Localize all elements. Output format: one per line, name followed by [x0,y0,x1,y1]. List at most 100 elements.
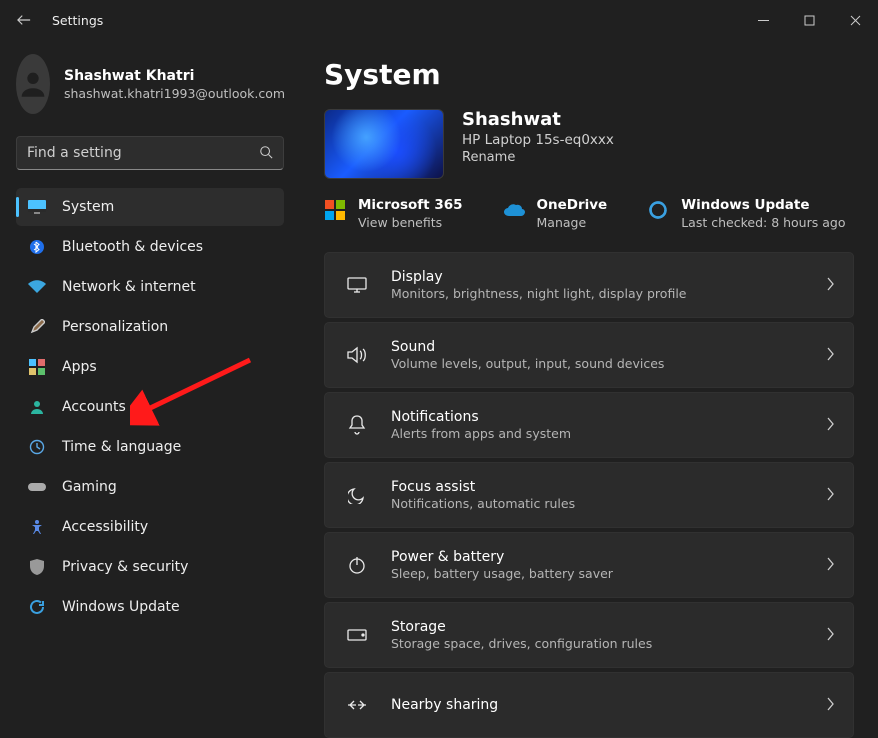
quick-title: OneDrive [537,197,608,213]
device-wallpaper[interactable] [324,109,444,179]
update-icon [28,598,46,616]
nav: System Bluetooth & devices Network & int… [16,188,284,626]
display-icon [343,277,371,293]
nav-label: Time & language [62,439,181,455]
chevron-right-icon [825,696,835,715]
quick-title: Windows Update [681,197,845,213]
card-display[interactable]: Display Monitors, brightness, night ligh… [324,252,854,318]
chevron-right-icon [825,346,835,365]
nav-item-system[interactable]: System [16,188,284,226]
card-desc: Volume levels, output, input, sound devi… [391,356,825,371]
bell-icon [343,415,371,435]
nav-label: Windows Update [62,599,180,615]
system-icon [28,198,46,216]
nav-item-accounts[interactable]: Accounts [16,388,284,426]
card-title: Nearby sharing [391,697,825,713]
search-input[interactable] [27,145,259,161]
card-power[interactable]: Power & battery Sleep, battery usage, ba… [324,532,854,598]
m365-icon [324,199,346,221]
titlebar: Settings [0,0,878,40]
card-title: Power & battery [391,549,825,565]
card-title: Notifications [391,409,825,425]
card-sound[interactable]: Sound Volume levels, output, input, soun… [324,322,854,388]
chevron-right-icon [825,416,835,435]
quick-m365[interactable]: Microsoft 365 View benefits [324,197,463,230]
profile-email: shashwat.khatri1993@outlook.com [64,86,285,101]
close-button[interactable] [832,4,878,36]
window-title: Settings [52,13,103,28]
gaming-icon [28,478,46,496]
card-desc: Sleep, battery usage, battery saver [391,566,825,581]
wifi-icon [28,278,46,296]
sound-icon [343,346,371,364]
card-focus-assist[interactable]: Focus assist Notifications, automatic ru… [324,462,854,528]
update-icon [647,199,669,221]
moon-icon [343,486,371,504]
quick-onedrive[interactable]: OneDrive Manage [503,197,608,230]
rename-link[interactable]: Rename [462,150,614,165]
nav-item-windows-update[interactable]: Windows Update [16,588,284,626]
back-button[interactable] [10,6,38,34]
nav-label: Accounts [62,399,126,415]
nav-label: Accessibility [62,519,148,535]
nav-label: Gaming [62,479,117,495]
apps-icon [28,358,46,376]
chevron-right-icon [825,276,835,295]
card-nearby-sharing[interactable]: Nearby sharing [324,672,854,738]
nav-label: Personalization [62,319,168,335]
shield-icon [28,558,46,576]
card-title: Sound [391,339,825,355]
quick-sub: Manage [537,215,608,230]
nav-item-gaming[interactable]: Gaming [16,468,284,506]
storage-icon [343,629,371,641]
avatar [16,54,50,114]
chevron-right-icon [825,556,835,575]
card-desc: Alerts from apps and system [391,426,825,441]
nav-item-time-language[interactable]: Time & language [16,428,284,466]
card-title: Storage [391,619,825,635]
card-desc: Notifications, automatic rules [391,496,825,511]
main-content: System Shashwat HP Laptop 15s-eq0xxx Ren… [300,40,878,738]
sidebar: Shashwat Khatri shashwat.khatri1993@outl… [0,40,300,738]
card-title: Display [391,269,825,285]
page-title: System [324,58,854,91]
accessibility-icon [28,518,46,536]
profile-name: Shashwat Khatri [64,68,285,84]
chevron-right-icon [825,626,835,645]
nav-label: System [62,199,114,215]
maximize-button[interactable] [786,4,832,36]
nav-item-network[interactable]: Network & internet [16,268,284,306]
quick-title: Microsoft 365 [358,197,463,213]
quick-sub: View benefits [358,215,463,230]
accounts-icon [28,398,46,416]
nav-label: Network & internet [62,279,196,295]
nav-item-accessibility[interactable]: Accessibility [16,508,284,546]
quick-sub: Last checked: 8 hours ago [681,215,845,230]
card-storage[interactable]: Storage Storage space, drives, configura… [324,602,854,668]
nav-label: Bluetooth & devices [62,239,203,255]
chevron-right-icon [825,486,835,505]
search-box[interactable] [16,136,284,170]
device-model: HP Laptop 15s-eq0xxx [462,132,614,148]
search-icon [259,144,273,163]
quick-windows-update[interactable]: Windows Update Last checked: 8 hours ago [647,197,845,230]
clock-icon [28,438,46,456]
nav-item-apps[interactable]: Apps [16,348,284,386]
nav-item-privacy[interactable]: Privacy & security [16,548,284,586]
power-icon [343,556,371,574]
minimize-button[interactable] [740,4,786,36]
device-name: Shashwat [462,109,614,130]
brush-icon [28,318,46,336]
nav-item-bluetooth[interactable]: Bluetooth & devices [16,228,284,266]
card-notifications[interactable]: Notifications Alerts from apps and syste… [324,392,854,458]
onedrive-icon [503,199,525,221]
card-title: Focus assist [391,479,825,495]
profile[interactable]: Shashwat Khatri shashwat.khatri1993@outl… [16,54,284,114]
nav-item-personalization[interactable]: Personalization [16,308,284,346]
card-desc: Storage space, drives, configuration rul… [391,636,825,651]
nav-label: Apps [62,359,97,375]
card-desc: Monitors, brightness, night light, displ… [391,286,825,301]
nearby-icon [343,698,371,712]
nav-label: Privacy & security [62,559,188,575]
bluetooth-icon [28,238,46,256]
